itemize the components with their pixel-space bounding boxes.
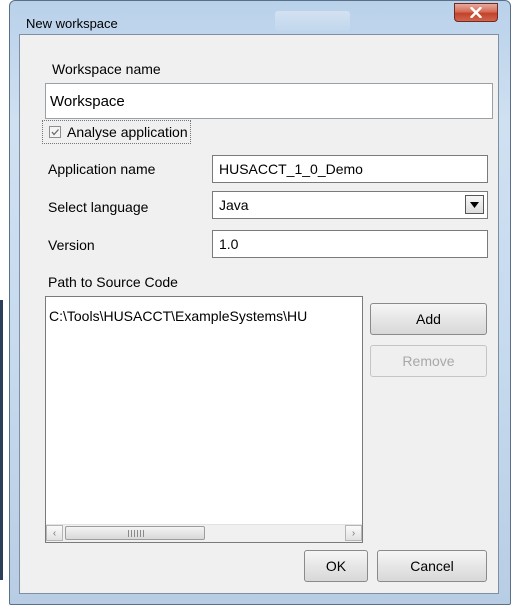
window-title: New workspace [26, 16, 118, 31]
language-select-value: Java [219, 197, 249, 213]
language-select[interactable]: Java [212, 191, 488, 219]
close-icon [470, 7, 482, 18]
background-edge [0, 300, 3, 580]
grip-icon [128, 530, 144, 537]
checkmark-icon [51, 129, 59, 136]
list-item[interactable]: C:\Tools\HUSACCT\ExampleSystems\HU [49, 308, 307, 324]
source-path-list[interactable]: C:\Tools\HUSACCT\ExampleSystems\HU ‹ › [45, 296, 363, 543]
workspace-name-input[interactable] [45, 83, 493, 119]
application-name-input[interactable] [212, 155, 488, 183]
chevron-down-icon [470, 201, 479, 208]
scroll-left-button[interactable]: ‹ [46, 525, 63, 541]
remove-button[interactable]: Remove [370, 345, 487, 377]
ok-button[interactable]: OK [304, 550, 368, 582]
scroll-right-button[interactable]: › [345, 525, 362, 541]
workspace-name-label: Workspace name [52, 61, 161, 77]
title-bar[interactable]: New workspace [10, 1, 510, 35]
dropdown-arrow-button[interactable] [465, 195, 484, 214]
version-input[interactable] [212, 230, 488, 258]
version-label: Version [48, 237, 95, 253]
analyse-application-checkbox[interactable]: Analyse application [42, 120, 191, 144]
scroll-thumb[interactable] [65, 526, 205, 540]
cancel-button[interactable]: Cancel [377, 550, 487, 582]
path-to-source-label: Path to Source Code [48, 274, 178, 290]
horizontal-scrollbar[interactable]: ‹ › [46, 524, 362, 542]
analyse-application-label: Analyse application [67, 124, 188, 140]
application-name-label: Application name [48, 161, 156, 177]
select-language-label: Select language [48, 199, 149, 215]
chevron-left-icon: ‹ [52, 527, 57, 539]
checkbox-box[interactable] [49, 126, 61, 138]
close-button[interactable] [454, 3, 498, 22]
title-glass-reflection [275, 11, 350, 31]
add-button[interactable]: Add [370, 303, 487, 335]
chevron-right-icon: › [351, 527, 356, 539]
